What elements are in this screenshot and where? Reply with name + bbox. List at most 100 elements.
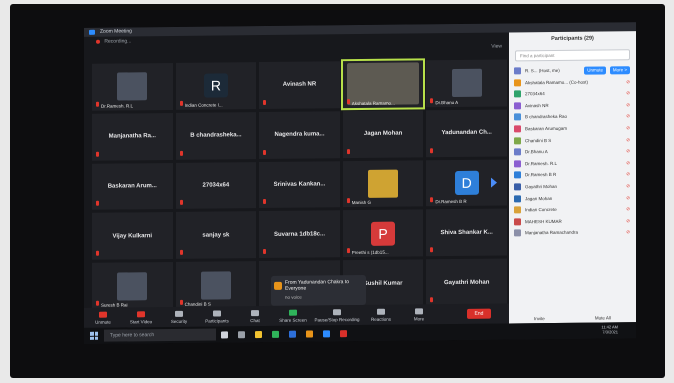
- next-page-arrow-icon[interactable]: [491, 177, 497, 188]
- unmute-label: Unmute: [95, 319, 111, 325]
- participant-row-name: MAHESH KUMAR: [525, 218, 562, 224]
- video-tile[interactable]: P Preethi s (1db15...: [342, 209, 424, 258]
- participant-row[interactable]: Manjanatha Ramachandra ⊘: [509, 226, 636, 239]
- unmute-button[interactable]: Unmute: [84, 311, 122, 324]
- video-tile[interactable]: Suvarna 1db18c...: [259, 210, 340, 259]
- chat-sender-avatar: [274, 281, 282, 290]
- share-screen-button[interactable]: Share Screen: [274, 309, 312, 322]
- participants-panel: Participants (29) Find a participant R. …: [509, 31, 636, 324]
- participant-row-name: Dr.Ramesh B R: [525, 172, 557, 178]
- pause-stop-icon: [333, 308, 341, 315]
- cortana-icon[interactable]: [221, 330, 228, 338]
- participants-button[interactable]: Participants: [198, 309, 236, 324]
- pdf-icon[interactable]: [340, 329, 347, 337]
- participant-row-name: Indian Concrete: [525, 207, 557, 213]
- profile-photo: [117, 72, 148, 101]
- security-button[interactable]: Security: [160, 310, 198, 323]
- avatar-letter: R: [203, 73, 228, 99]
- mic-muted-icon: ⊘: [626, 78, 630, 84]
- zoom-taskbar-icon[interactable]: [323, 329, 330, 337]
- video-off-icon: [137, 310, 145, 317]
- video-tile[interactable]: Dr.Bhanu A: [426, 59, 507, 108]
- mic-muted-icon: [179, 150, 183, 156]
- windows-start-icon[interactable]: [90, 331, 98, 340]
- participant-list: R. S... (Host, me) Unmute More > Akshatala …: [509, 64, 636, 239]
- video-tile[interactable]: Gayathri Mohan: [426, 258, 507, 307]
- word-icon[interactable]: [289, 330, 296, 338]
- mic-muted-icon: [179, 100, 183, 106]
- participant-row-name: Dr.Ramesh. R.L: [525, 160, 558, 167]
- tile-name-label: Dr.Bhanu A: [435, 99, 459, 106]
- chrome-icon[interactable]: [306, 329, 313, 338]
- video-tile[interactable]: Dr.Ramesh. R.L: [92, 62, 173, 111]
- video-tile[interactable]: Shiva Shankar K...: [426, 208, 507, 257]
- participants-label: Participants: [205, 317, 229, 324]
- participant-row-name: R. S... (Host, me): [525, 67, 560, 74]
- video-tile[interactable]: Nagendra kuma...: [259, 111, 340, 159]
- excel-icon[interactable]: [272, 330, 279, 338]
- start-video-label: Start Video: [129, 318, 153, 324]
- mic-muted-icon: ⊘: [626, 113, 630, 119]
- video-tile[interactable]: Manish G: [342, 159, 424, 208]
- mic-muted-icon: [346, 248, 350, 254]
- record-dot-icon: [96, 39, 100, 44]
- mic-muted-icon: [430, 147, 434, 153]
- video-tile[interactable]: Suresh B Rai: [92, 262, 173, 310]
- mic-muted-icon: [179, 250, 183, 256]
- participant-avatar: [514, 148, 521, 156]
- row-unmute-button[interactable]: Unmute: [584, 66, 606, 75]
- video-feed: [347, 62, 420, 106]
- video-tile[interactable]: Akshatala Ramamo...: [340, 58, 426, 111]
- video-tile[interactable]: Vijay Kulkarni: [92, 212, 173, 260]
- taskbar-search-input[interactable]: Type here to search: [104, 328, 216, 342]
- share-screen-icon: [289, 309, 297, 316]
- zoom-screen: Zoom Meeting Recording... View Dr.Ramesh…: [84, 22, 636, 344]
- mute-all-button[interactable]: Mute All: [595, 315, 611, 320]
- participant-search-input[interactable]: Find a participant: [515, 49, 630, 62]
- reactions-icon: [377, 308, 385, 315]
- video-tile[interactable]: R Indian Concrete I...: [175, 62, 257, 110]
- invite-button[interactable]: Invite: [534, 316, 545, 321]
- video-tile[interactable]: Manjanatha Ra...: [92, 112, 173, 161]
- recording-button[interactable]: Pause/Stop Recording: [312, 308, 362, 322]
- video-tile[interactable]: Baskaran Arum...: [92, 162, 173, 211]
- mic-muted-icon: [96, 151, 99, 157]
- panel-title: Participants (29): [551, 35, 594, 42]
- profile-photo: [368, 169, 399, 198]
- video-tile[interactable]: Yadunandan Ch...: [426, 109, 507, 157]
- chat-button[interactable]: Chat: [236, 309, 274, 323]
- participant-avatar: [514, 206, 521, 214]
- mic-muted-icon: [179, 200, 183, 206]
- video-tile[interactable]: sanjay sk: [175, 211, 257, 260]
- end-button[interactable]: End: [467, 308, 491, 319]
- avatar-letter: D: [454, 170, 479, 195]
- participant-row-name: 27034x64: [525, 91, 545, 97]
- more-button[interactable]: More: [400, 307, 438, 321]
- more-label: More: [413, 315, 425, 321]
- task-view-icon[interactable]: [238, 330, 245, 338]
- participant-row-name: Manjanatha Ramachandra: [525, 230, 579, 236]
- file-explorer-icon[interactable]: [255, 330, 262, 338]
- zoom-logo-icon: [89, 29, 95, 35]
- chat-notification[interactable]: From Yadunandan Chakra to Everyone no vo…: [271, 274, 366, 306]
- participant-name: sanjay sk: [202, 232, 230, 239]
- participant-name: Srinivas Kankan...: [273, 181, 326, 188]
- view-button[interactable]: View: [491, 44, 502, 50]
- reactions-button[interactable]: Reactions: [362, 308, 400, 321]
- video-tile[interactable]: Avinash NR: [259, 61, 340, 109]
- mic-muted-icon: [430, 197, 434, 203]
- video-tile[interactable]: Srinivas Kankan...: [259, 160, 340, 209]
- participant-avatar: [514, 183, 521, 191]
- participant-name: Baskaran Arum...: [107, 183, 157, 190]
- video-tile[interactable]: Jagan Mohan: [342, 110, 424, 158]
- start-video-button[interactable]: Start Video: [122, 310, 160, 324]
- participant-name: Suvarna 1db18c...: [273, 231, 325, 238]
- mic-muted-icon: [96, 250, 99, 256]
- chat-from: From Yadunandan Chakra to Everyone: [285, 279, 350, 292]
- profile-photo: [451, 69, 482, 98]
- video-tile[interactable]: 27034x64: [175, 161, 257, 210]
- chat-label: Chat: [250, 317, 260, 323]
- video-tile[interactable]: B chandrasheka...: [175, 111, 257, 160]
- video-tile[interactable]: Chandini B S: [175, 261, 257, 309]
- row-more-button[interactable]: More >: [609, 66, 630, 75]
